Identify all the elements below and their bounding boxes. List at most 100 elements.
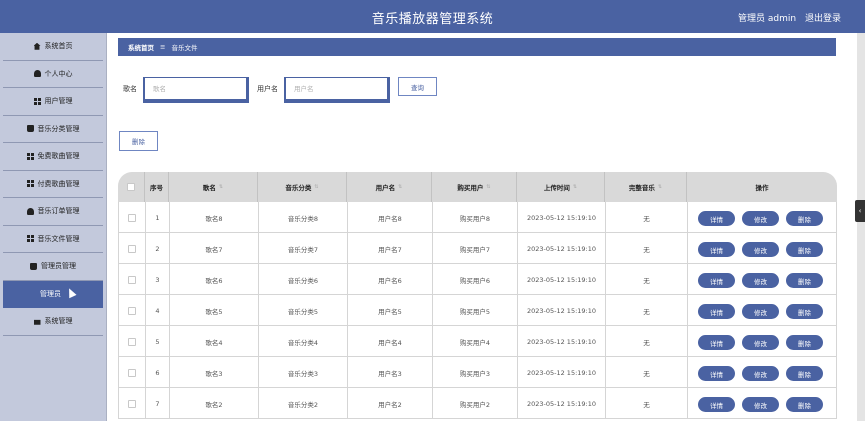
search-bar: 歌名 用户名 查询 (107, 76, 857, 106)
cell-category: 音乐分类2 (258, 388, 347, 419)
detail-button[interactable]: 详情 (698, 366, 735, 381)
cell-buyer: 购买用户7 (432, 233, 517, 264)
detail-button[interactable]: 详情 (698, 211, 735, 226)
sidebar-item[interactable]: 音乐分类管理 (3, 116, 103, 143)
table-row: 1 歌名8 音乐分类8 用户名8 购买用户8 2023-05-12 15:19:10 无详情… (118, 202, 837, 233)
cell-full: 无 (605, 233, 687, 264)
cell-actions: 详情 修改 删除 (687, 357, 838, 388)
row-checkbox[interactable] (128, 337, 136, 346)
row-checkbox[interactable] (128, 244, 136, 253)
detail-button[interactable]: 详情 (698, 397, 735, 412)
edit-button[interactable]: 修改 (742, 273, 779, 288)
sort-icon[interactable]: ⇅ (314, 184, 318, 190)
detail-button[interactable]: 详情 (698, 273, 735, 288)
sidebar-item[interactable]: 个人中心 (3, 61, 103, 88)
cell-song: 歌名8 (169, 202, 258, 233)
username-input[interactable] (286, 78, 387, 99)
username-field[interactable] (284, 77, 390, 103)
cell-time: 2023-05-12 15:19:10 (517, 295, 605, 326)
row-checkbox[interactable] (128, 275, 136, 284)
column-header[interactable]: 用户名 ⇅ (346, 172, 431, 202)
row-checkbox[interactable] (128, 213, 136, 222)
cell-song: 歌名6 (169, 264, 258, 295)
edit-button[interactable]: 修改 (742, 366, 779, 381)
sort-icon[interactable]: ⇅ (219, 184, 223, 190)
select-all-header[interactable] (118, 172, 144, 202)
row-checkbox[interactable] (128, 306, 136, 315)
column-header[interactable]: 购买用户 ⇅ (431, 172, 516, 202)
column-header-label: 上传时间 (543, 184, 570, 192)
sort-icon[interactable]: ⇅ (486, 184, 490, 190)
sort-icon[interactable]: ⇅ (573, 184, 577, 190)
delete-button[interactable]: 删除 (786, 242, 823, 257)
sidebar-item[interactable]: 音乐订单管理 (3, 198, 103, 226)
delete-button[interactable]: 删除 (786, 304, 823, 319)
row-checkbox[interactable] (128, 368, 136, 377)
cell-time: 2023-05-12 15:19:10 (517, 264, 605, 295)
edit-button[interactable]: 修改 (742, 335, 779, 350)
song-name-input[interactable] (145, 78, 246, 99)
batch-delete-button[interactable]: 删除 (119, 131, 158, 151)
cell-index: 5 (145, 326, 169, 357)
edit-button[interactable]: 修改 (742, 304, 779, 319)
mouse-cursor-icon (65, 286, 77, 298)
sidebar-item[interactable]: 系统首页 (3, 33, 103, 61)
sidebar-item-label: 个人中心 (44, 69, 73, 78)
sidebar-item[interactable]: 免费歌曲管理 (3, 143, 103, 171)
cell-category: 音乐分类3 (258, 357, 347, 388)
cell-actions: 详情 修改 删除 (687, 388, 838, 419)
sort-icon[interactable]: ⇅ (658, 184, 662, 190)
delete-button[interactable]: 删除 (786, 211, 823, 226)
row-select-cell (119, 264, 145, 295)
cell-time: 2023-05-12 15:19:10 (517, 202, 605, 233)
edit-button[interactable]: 修改 (742, 242, 779, 257)
sidebar-item[interactable]: 系统管理 (3, 308, 103, 336)
query-button[interactable]: 查询 (398, 77, 437, 96)
table-row: 2 歌名7 音乐分类7 用户名7 购买用户7 2023-05-12 15:19:10 无详情… (118, 233, 837, 264)
sidebar-item[interactable]: 管理员 (3, 280, 103, 308)
cell-time: 2023-05-12 15:19:10 (517, 357, 605, 388)
row-select-cell (119, 202, 145, 233)
column-header[interactable]: 完整音乐 ⇅ (604, 172, 686, 202)
select-all-checkbox[interactable] (127, 183, 135, 191)
song-name-field[interactable] (143, 77, 249, 103)
detail-button[interactable]: 详情 (698, 304, 735, 319)
cell-category: 音乐分类5 (258, 295, 347, 326)
column-header[interactable]: 音乐分类 ⇅ (257, 172, 346, 202)
delete-button[interactable]: 删除 (786, 397, 823, 412)
detail-button[interactable]: 详情 (698, 335, 735, 350)
row-checkbox[interactable] (128, 399, 136, 408)
delete-button[interactable]: 删除 (786, 273, 823, 288)
logout-link[interactable]: 退出登录 (805, 14, 841, 24)
delete-button[interactable]: 删除 (786, 335, 823, 350)
column-header-label: 歌名 (202, 184, 216, 192)
column-header-label: 用户名 (375, 184, 396, 192)
row-select-cell (119, 295, 145, 326)
breadcrumb-separator-icon: ≡ (160, 43, 166, 51)
sort-icon[interactable]: ⇅ (398, 184, 402, 190)
cell-song: 歌名5 (169, 295, 258, 326)
table-row: 4 歌名5 音乐分类5 用户名5 购买用户5 2023-05-12 15:19:10 无详情… (118, 295, 837, 326)
sidebar-item[interactable]: 付费歌曲管理 (3, 171, 103, 198)
cell-category: 音乐分类8 (258, 202, 347, 233)
column-header-label: 序号 (150, 184, 163, 192)
page-scrollbar[interactable] (857, 33, 865, 421)
top-bar: 音乐播放器管理系统 管理员 admin 退出登录 (0, 0, 865, 33)
cell-time: 2023-05-12 15:19:10 (517, 326, 605, 357)
breadcrumb-home[interactable]: 系统首页 (128, 42, 154, 52)
cell-song: 歌名3 (169, 357, 258, 388)
sidebar-item[interactable]: 用户管理 (3, 88, 103, 116)
cell-song: 歌名2 (169, 388, 258, 419)
cell-category: 音乐分类7 (258, 233, 347, 264)
cell-time: 2023-05-12 15:19:10 (517, 388, 605, 419)
detail-button[interactable]: 详情 (698, 242, 735, 257)
sidebar-item[interactable]: 管理员管理 (3, 253, 103, 281)
collapse-tab-icon[interactable]: ‹ (855, 200, 865, 222)
edit-button[interactable]: 修改 (742, 397, 779, 412)
column-header[interactable]: 歌名 ⇅ (168, 172, 257, 202)
delete-button[interactable]: 删除 (786, 366, 823, 381)
sidebar-item[interactable]: 音乐文件管理 (3, 226, 103, 253)
edit-button[interactable]: 修改 (742, 211, 779, 226)
sidebar-item-label: 用户管理 (44, 97, 73, 106)
column-header[interactable]: 上传时间 ⇅ (516, 172, 604, 202)
